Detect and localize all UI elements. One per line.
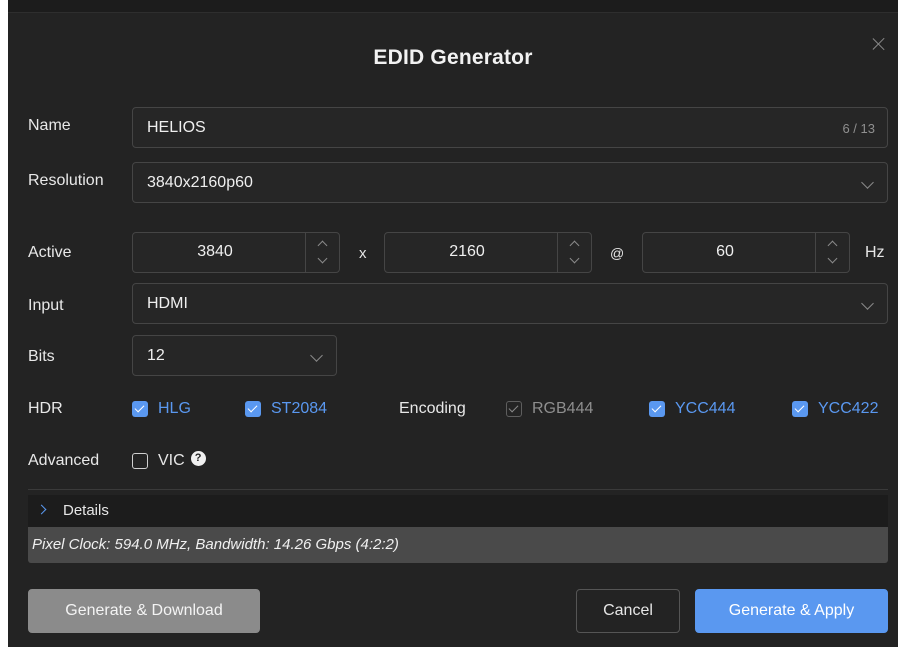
pixel-clock-info: Pixel Clock: 594.0 MHz, Bandwidth: 14.26… — [32, 536, 399, 553]
bits-select[interactable]: 12 — [132, 335, 337, 376]
chevron-up-icon[interactable] — [569, 240, 580, 251]
active-width-stepper[interactable]: 3840 — [132, 232, 340, 273]
refresh-stepper-controls[interactable] — [815, 233, 849, 272]
chevron-right-icon — [36, 504, 47, 515]
details-toggle[interactable]: Details — [28, 495, 888, 527]
advanced-label: Advanced — [28, 452, 100, 469]
checkbox-checked-icon — [245, 401, 261, 417]
input-label: Input — [28, 297, 64, 314]
name-char-counter: 6 / 13 — [842, 121, 875, 136]
resolution-select[interactable]: 3840x2160p60 — [132, 162, 888, 203]
active-label: Active — [28, 244, 72, 261]
resolution-label: Resolution — [28, 172, 104, 189]
name-input-value: HELIOS — [147, 119, 206, 136]
active-height-stepper[interactable]: 2160 — [384, 232, 592, 273]
checkbox-checked-icon — [132, 401, 148, 417]
hz-unit-label: Hz — [865, 244, 885, 261]
input-value: HDMI — [147, 295, 188, 312]
edid-generator-dialog: EDID Generator Name HELIOS 6 / 13 Resolu… — [8, 12, 898, 647]
chevron-down-icon — [310, 349, 323, 362]
chevron-up-icon[interactable] — [827, 240, 838, 251]
ycc422-label: YCC422 — [818, 400, 879, 417]
resolution-value: 3840x2160p60 — [147, 174, 253, 191]
name-input[interactable]: HELIOS 6 / 13 — [132, 107, 888, 148]
hdr-st2084-checkbox[interactable]: ST2084 — [245, 399, 327, 419]
details-label: Details — [63, 502, 109, 519]
bits-value: 12 — [147, 347, 165, 364]
rgb444-label: RGB444 — [532, 400, 594, 417]
refresh-rate-stepper[interactable]: 60 — [642, 232, 850, 273]
dialog-title: EDID Generator — [373, 46, 533, 69]
at-separator: @ — [610, 245, 625, 261]
cancel-button[interactable]: Cancel — [576, 589, 680, 633]
chevron-down-icon — [861, 176, 874, 189]
encoding-ycc422-checkbox[interactable]: YCC422 — [792, 399, 878, 419]
encoding-rgb444-checkbox[interactable]: RGB444 — [506, 399, 593, 419]
generate-download-button[interactable]: Generate & Download — [28, 589, 260, 633]
chevron-down-icon[interactable] — [569, 253, 580, 264]
checkbox-unchecked-icon — [132, 453, 148, 469]
bits-label: Bits — [28, 348, 55, 365]
width-stepper-controls[interactable] — [305, 233, 339, 272]
hdr-hlg-checkbox[interactable]: HLG — [132, 399, 191, 419]
chevron-down-icon — [861, 297, 874, 310]
vic-label: VIC — [158, 452, 185, 469]
encoding-ycc444-checkbox[interactable]: YCC444 — [649, 399, 735, 419]
active-height-value: 2160 — [449, 243, 485, 260]
st2084-label: ST2084 — [271, 400, 328, 417]
input-select[interactable]: HDMI — [132, 283, 888, 324]
hdr-label: HDR — [28, 400, 63, 417]
checkbox-checked-icon — [792, 401, 808, 417]
generate-apply-button[interactable]: Generate & Apply — [695, 589, 888, 633]
encoding-label: Encoding — [399, 400, 466, 417]
checkbox-checked-icon — [649, 401, 665, 417]
details-info-panel: Pixel Clock: 594.0 MHz, Bandwidth: 14.26… — [28, 527, 888, 563]
ycc444-label: YCC444 — [675, 400, 736, 417]
vic-checkbox[interactable]: VIC ? — [132, 450, 206, 471]
hlg-label: HLG — [158, 400, 191, 417]
active-width-value: 3840 — [197, 243, 233, 260]
help-icon[interactable]: ? — [190, 450, 206, 466]
chevron-up-icon[interactable] — [317, 240, 328, 251]
name-label: Name — [28, 117, 71, 134]
refresh-rate-value: 60 — [716, 243, 734, 260]
divider — [28, 489, 888, 490]
times-separator: x — [359, 245, 367, 262]
chevron-down-icon[interactable] — [827, 253, 838, 264]
checkbox-disabled-icon — [506, 401, 522, 417]
close-icon[interactable] — [870, 35, 888, 53]
chevron-down-icon[interactable] — [317, 253, 328, 264]
height-stepper-controls[interactable] — [557, 233, 591, 272]
